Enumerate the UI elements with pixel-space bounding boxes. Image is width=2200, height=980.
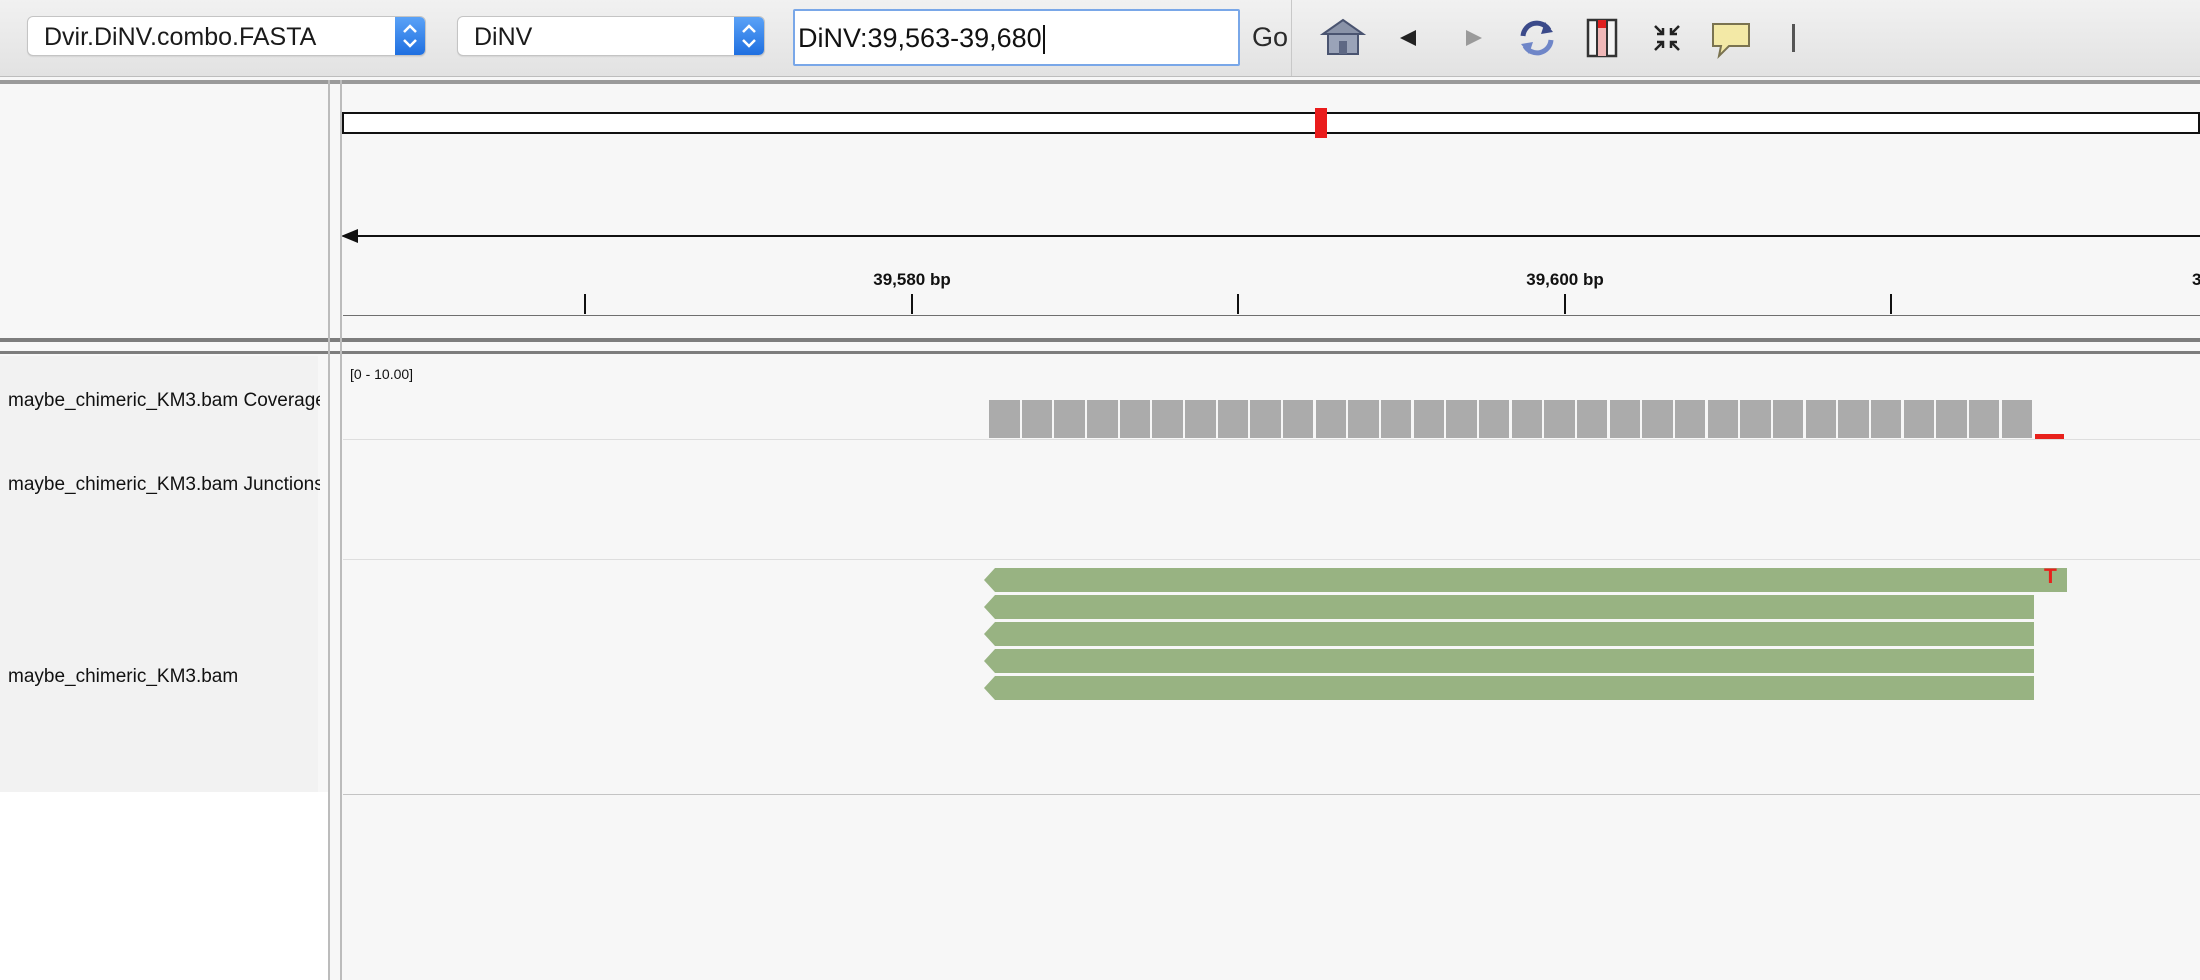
coverage-bar[interactable] xyxy=(989,400,1020,438)
coverage-bar[interactable] xyxy=(1544,400,1575,438)
ruler-tick xyxy=(911,294,913,314)
read-alignment[interactable] xyxy=(984,568,2067,592)
ruler-baseline xyxy=(343,315,2200,316)
track-separator xyxy=(343,439,2200,440)
coverage-bar[interactable] xyxy=(1315,400,1347,438)
genome-dropdown-value: Dvir.DiNV.combo.FASTA xyxy=(44,23,317,51)
resize-to-window-icon[interactable] xyxy=(1643,14,1691,62)
coverage-bar[interactable] xyxy=(1805,400,1836,438)
coverage-bar[interactable] xyxy=(1772,400,1804,438)
home-icon[interactable] xyxy=(1319,14,1367,62)
coverage-data-range: [0 - 10.00] xyxy=(350,366,414,382)
coverage-bar[interactable] xyxy=(1903,400,1934,438)
panel-border xyxy=(343,794,2200,795)
track-separator xyxy=(343,559,2200,560)
chromosome-dropdown[interactable]: DiNV xyxy=(457,16,765,56)
coverage-bar[interactable] xyxy=(1446,400,1477,438)
panel-divider[interactable] xyxy=(0,351,2200,354)
ruler-tick-label: 39,580 bp xyxy=(873,270,951,289)
coverage-bar[interactable] xyxy=(1087,400,1118,438)
alignment-track-name[interactable]: maybe_chimeric_KM3.bam xyxy=(8,666,320,688)
coverage-bar[interactable] xyxy=(1021,400,1053,438)
track-name-panel xyxy=(0,356,318,792)
locus-search-value: DiNV:39,563-39,680 xyxy=(798,23,1042,53)
strand-arrow-line xyxy=(345,235,2200,237)
ruler-tick xyxy=(584,294,586,314)
dropdown-spinner-icon[interactable] xyxy=(395,17,425,55)
chromosome-dropdown-value: DiNV xyxy=(474,23,533,51)
ruler-tick xyxy=(1564,294,1566,314)
coverage-bar[interactable] xyxy=(1576,400,1608,438)
feature-name-panel xyxy=(0,792,328,980)
coverage-bar[interactable] xyxy=(1250,400,1281,438)
coverage-bar[interactable] xyxy=(1511,400,1543,438)
chromosome-ideogram[interactable] xyxy=(342,112,2200,134)
coverage-bar[interactable] xyxy=(1870,400,1902,438)
coverage-bar[interactable] xyxy=(1838,400,1869,438)
attribute-panel-border[interactable] xyxy=(340,80,342,980)
coverage-bar[interactable] xyxy=(1054,400,1085,438)
coverage-bar[interactable] xyxy=(1609,400,1640,438)
ruler-tick xyxy=(1237,294,1239,314)
toolbar-divider-icon xyxy=(1770,14,1818,62)
back-arrow-icon[interactable] xyxy=(1386,14,1434,62)
toolbar: Dvir.DiNV.combo.FASTA DiNV DiNV:39,563-3… xyxy=(0,0,2200,77)
ruler-tick-label: 39,600 bp xyxy=(1526,270,1604,289)
junction-track-name[interactable]: maybe_chimeric_KM3.bam Junctions xyxy=(8,474,320,496)
coverage-bar[interactable] xyxy=(1185,400,1216,438)
mismatch-base-label: T xyxy=(2044,565,2057,588)
toolbar-separator xyxy=(1291,0,1292,76)
dropdown-spinner-icon[interactable] xyxy=(734,17,764,55)
refresh-icon[interactable] xyxy=(1513,14,1561,62)
panel-divider[interactable] xyxy=(0,338,2200,342)
popup-info-icon[interactable] xyxy=(1707,14,1755,62)
coverage-bar[interactable] xyxy=(1119,400,1151,438)
text-caret xyxy=(1042,25,1045,55)
coverage-bar[interactable] xyxy=(1478,400,1510,438)
coverage-bar[interactable] xyxy=(1413,400,1445,438)
current-region-marker xyxy=(1315,108,1327,138)
read-alignment[interactable] xyxy=(984,649,2034,673)
coverage-bar[interactable] xyxy=(1968,400,2000,438)
locus-search-input[interactable]: DiNV:39,563-39,680 xyxy=(793,9,1240,66)
coverage-track-name[interactable]: maybe_chimeric_KM3.bam Coverage xyxy=(8,390,320,412)
coverage-bar[interactable] xyxy=(1348,400,1379,438)
forward-arrow-icon[interactable] xyxy=(1448,14,1496,62)
read-alignment[interactable] xyxy=(984,622,2034,646)
go-button[interactable]: Go xyxy=(1252,22,1288,53)
coverage-bar[interactable] xyxy=(1380,400,1412,438)
name-panel-border[interactable] xyxy=(328,80,330,980)
ruler-tick xyxy=(1890,294,1892,314)
read-alignment[interactable] xyxy=(984,676,2034,700)
coverage-bar[interactable] xyxy=(1217,400,1249,438)
coverage-bar[interactable] xyxy=(1674,400,1706,438)
region-of-interest-icon[interactable] xyxy=(1578,14,1626,62)
coverage-bar[interactable] xyxy=(1282,400,1314,438)
coverage-bar[interactable] xyxy=(1152,400,1183,438)
coverage-bar[interactable] xyxy=(1707,400,1738,438)
ruler-tick-label: 39, xyxy=(2192,270,2200,289)
coverage-bar[interactable] xyxy=(1740,400,1771,438)
coverage-bar[interactable] xyxy=(1936,400,1967,438)
coverage-bar[interactable] xyxy=(1642,400,1673,438)
coverage-bar[interactable] xyxy=(2001,400,2032,438)
genome-dropdown[interactable]: Dvir.DiNV.combo.FASTA xyxy=(27,16,426,56)
panel-border xyxy=(0,80,2200,84)
read-alignment[interactable] xyxy=(984,595,2034,619)
